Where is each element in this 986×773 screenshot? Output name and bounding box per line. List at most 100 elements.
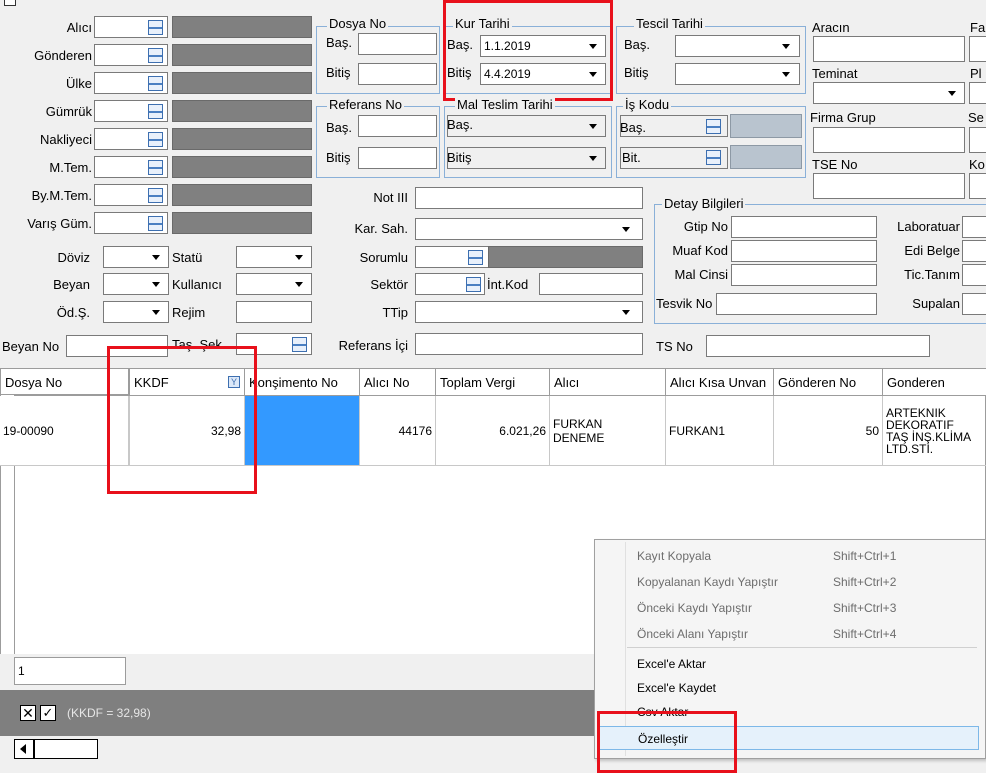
tic-tanim-input[interactable] [962,264,986,286]
context-menu-item[interactable]: Kayıt Kopyala Shift+Ctrl+1 [597,544,979,568]
laboratuar-input[interactable] [962,216,986,238]
chevron-down-icon[interactable] [295,255,303,260]
is-kodu-title: İş Kodu [623,97,672,112]
edi-belge-input[interactable] [962,240,986,262]
filter-expression[interactable]: (KKDF = 32,98) [67,705,151,721]
chevron-down-icon[interactable] [948,91,956,96]
muaf-kod-input[interactable] [731,240,877,262]
context-menu-item[interactable]: Önceki Alanı Yapıştır Shift+Ctrl+4 [597,622,979,646]
lookup-icon[interactable] [144,44,166,66]
chevron-down-icon[interactable] [622,227,630,232]
lookup-icon[interactable] [144,72,166,94]
rejim-input[interactable] [236,301,312,323]
context-menu-item[interactable]: Kopyalanan Kaydı Yapıştır Shift+Ctrl+2 [597,570,979,594]
col-header-gonderen[interactable]: Gonderen [883,369,986,396]
referans-no-bas-label: Baş. [326,120,353,135]
col-header-alici-kisa-unvan[interactable]: Alıcı Kısa Unvan [666,369,774,396]
chevron-down-icon[interactable] [782,44,790,49]
supalan-label: Supalan [912,296,960,311]
page-number-input[interactable]: 1 [14,657,126,685]
scroll-left-button[interactable] [14,739,34,759]
horizontal-scrollbar[interactable] [14,738,614,760]
gtip-no-input[interactable] [731,216,877,238]
chevron-down-icon[interactable] [782,72,790,77]
lookup-icon[interactable] [702,146,724,168]
enable-filter-checkbox[interactable]: ✓ [40,705,56,721]
fa-input[interactable] [969,36,986,62]
aracin-input[interactable] [813,36,965,62]
col-header-konsimento-no[interactable]: Konşimento No [245,369,360,396]
int-kod-input[interactable] [539,273,643,295]
lookup-icon[interactable] [464,246,486,268]
scroll-thumb[interactable] [34,739,98,759]
cell-gonderen[interactable]: ARTEKNIK DEKORATIF TAŞ İNŞ.KLİMA LTD.STİ… [883,396,986,466]
left-field-label: Gümrük [45,104,92,119]
ts-no-input[interactable] [706,335,930,357]
context-menu-item-label: Önceki Kaydı Yapıştır [637,601,752,615]
context-menu-item[interactable]: Excel'e Aktar [597,652,979,676]
ts-no-label: TS No [656,339,693,354]
dosya-no-bas-input[interactable] [358,33,437,55]
left-field-display [172,128,312,150]
col-header-gonderen-no[interactable]: Gönderen No [774,369,883,396]
left-field-display [172,100,312,122]
chevron-down-icon[interactable] [295,282,303,287]
tesvik-no-input[interactable] [716,293,877,315]
col-header-alici-no[interactable]: Alıcı No [360,369,436,396]
mal-teslim-bitis-date[interactable] [447,147,606,169]
chevron-down-icon[interactable] [152,282,160,287]
chevron-down-icon[interactable] [589,124,597,129]
cell-toplam-vergi[interactable]: 6.021,26 [436,396,550,466]
mal-teslim-bas-date[interactable] [447,115,606,137]
se-input[interactable] [969,127,986,153]
context-menu-item-shortcut: Shift+Ctrl+4 [833,627,897,641]
referans-ici-input[interactable] [415,333,643,355]
teminat-select[interactable] [813,82,965,104]
referans-no-bitis-input[interactable] [358,147,437,169]
chevron-down-icon[interactable] [589,156,597,161]
mal-cinsi-input[interactable] [731,264,877,286]
cell-gonderen-no[interactable]: 50 [774,396,883,466]
laboratuar-label: Laboratuar [897,219,960,234]
pl-input[interactable] [969,82,986,104]
lookup-icon[interactable] [144,100,166,122]
supalan-input[interactable] [962,293,986,315]
chevron-down-icon[interactable] [152,310,160,315]
cell-alici-kisa-unvan[interactable]: FURKAN1 [666,396,774,466]
cell-alici[interactable]: FURKAN DENEME [550,396,666,466]
lookup-icon[interactable] [144,16,166,38]
lookup-icon[interactable] [144,128,166,150]
lookup-icon[interactable] [702,115,724,137]
col-header-alici[interactable]: Alıcı [550,369,666,396]
ko-input[interactable] [969,173,986,199]
tic-tanim-label: Tic.Tanım [904,267,960,282]
left-field-label: Ülke [65,76,92,91]
context-menu-item[interactable]: Excel'e Kaydet [597,676,979,700]
tse-no-input[interactable] [813,173,965,199]
referans-ici-label: Referans İçi [338,338,408,353]
clear-filter-icon[interactable]: ✕ [20,705,36,721]
lookup-icon[interactable] [462,273,484,295]
ko-label: Ko [969,157,985,172]
cell-konsimento-no[interactable] [245,396,360,466]
cell-alici-no[interactable]: 44176 [360,396,436,466]
context-menu-item-shortcut: Shift+Ctrl+1 [833,549,897,563]
chevron-down-icon[interactable] [152,255,160,260]
firma-grup-input[interactable] [813,127,965,153]
chevron-down-icon[interactable] [622,310,630,315]
ttip-select[interactable] [415,301,643,323]
lookup-icon[interactable] [144,156,166,178]
aracin-label: Aracın [812,20,850,35]
context-menu-item-shortcut: Shift+Ctrl+3 [833,601,897,615]
cell-gonderen-line-3: TAŞ İNŞ.KLİMA [886,429,972,444]
lookup-icon[interactable] [288,333,310,355]
referans-no-bas-input[interactable] [358,115,437,137]
context-menu-item[interactable]: Önceki Kaydı Yapıştır Shift+Ctrl+3 [597,596,979,620]
dosya-no-bitis-input[interactable] [358,63,437,85]
lookup-icon[interactable] [144,184,166,206]
lookup-icon[interactable] [144,212,166,234]
kar-sah-select[interactable] [415,218,643,240]
col-header-toplam-vergi[interactable]: Toplam Vergi [436,369,550,396]
context-menu-item-shortcut: Shift+Ctrl+2 [833,575,897,589]
not-iii-input[interactable] [415,187,643,209]
